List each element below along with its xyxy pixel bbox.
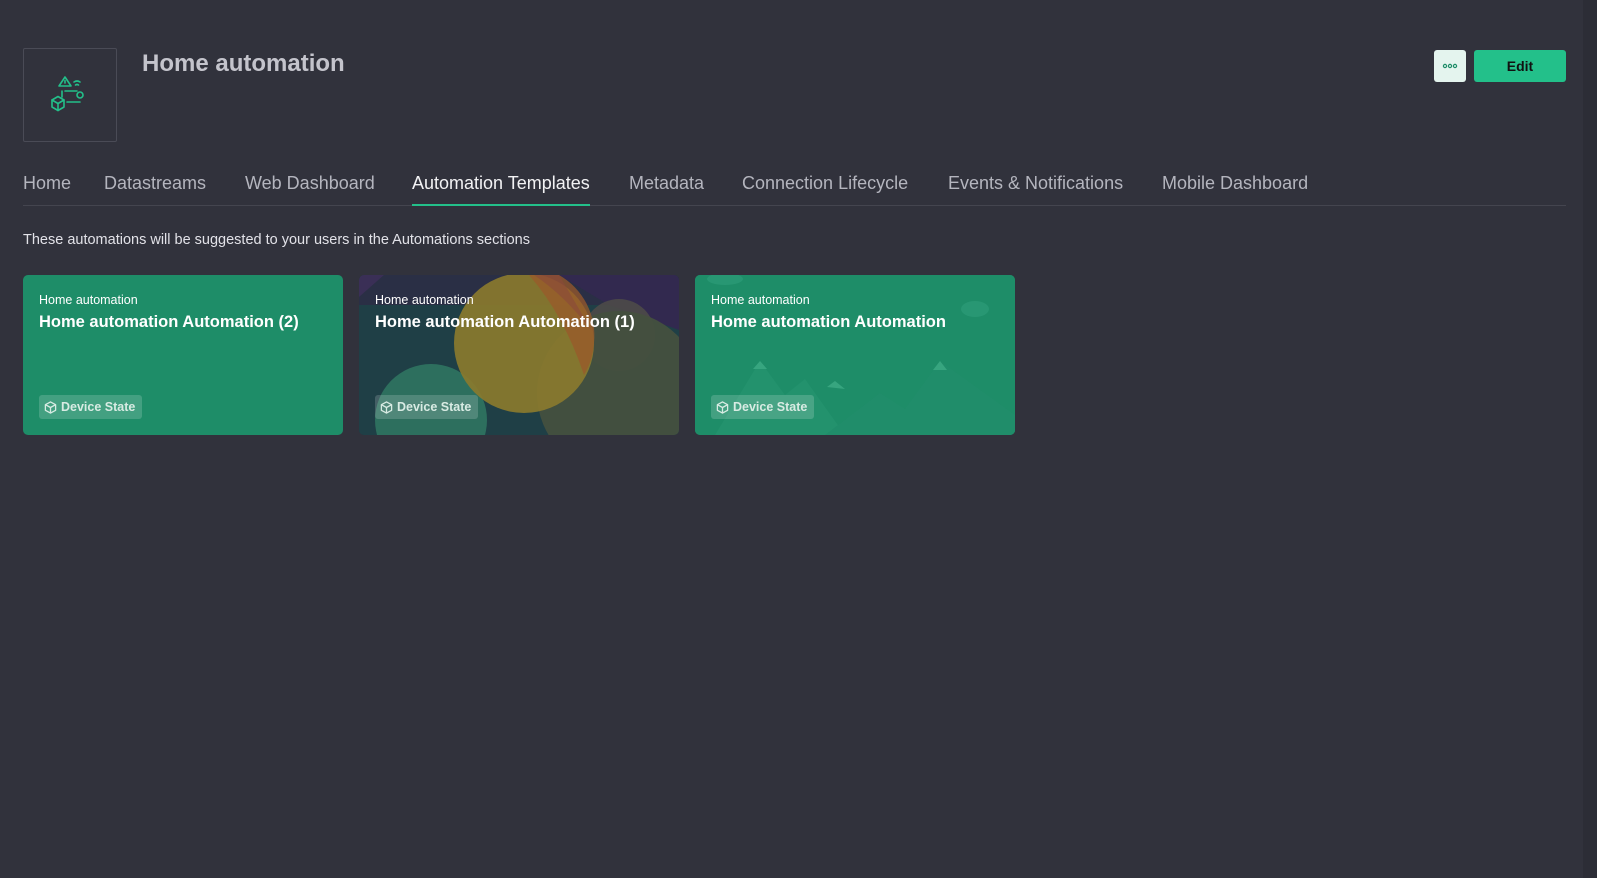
tab-events-notifications[interactable]: Events & Notifications	[948, 172, 1123, 194]
cube-icon	[44, 400, 57, 414]
device-state-tag: Device State	[39, 395, 143, 419]
home-automation-icon	[51, 76, 84, 112]
tab-automation-templates[interactable]: Automation Templates	[412, 172, 590, 206]
tag-label: Device State	[397, 400, 472, 414]
tab-metadata[interactable]: Metadata	[629, 172, 704, 194]
tab-home[interactable]: Home	[23, 172, 71, 194]
device-state-tag: Device State	[375, 395, 479, 419]
card-title: Home automation Automation (2)	[39, 313, 299, 331]
automation-template-card[interactable]: Home automation Home automation Automati…	[695, 275, 1015, 435]
card-subtitle: Home automation	[375, 293, 474, 307]
more-options-button[interactable]	[1434, 50, 1466, 82]
automation-template-card[interactable]: Home automation Home automation Automati…	[359, 275, 679, 435]
card-title: Home automation Automation	[711, 313, 946, 331]
product-page: Home automation Edit Home Datastreams We…	[0, 0, 1597, 878]
edit-button[interactable]: Edit	[1474, 50, 1566, 82]
tab-mobile-dashboard[interactable]: Mobile Dashboard	[1162, 172, 1308, 194]
card-subtitle: Home automation	[711, 293, 810, 307]
tab-connection-lifecycle[interactable]: Connection Lifecycle	[742, 172, 908, 194]
cube-icon	[716, 400, 729, 414]
automation-template-card[interactable]: Home automation Home automation Automati…	[23, 275, 343, 435]
tag-label: Device State	[61, 400, 136, 414]
section-description: These automations will be suggested to y…	[23, 232, 530, 248]
tag-label: Device State	[733, 400, 808, 414]
tab-bar: Home Datastreams Web Dashboard Automatio…	[23, 168, 1566, 206]
device-state-tag: Device State	[711, 395, 815, 419]
tab-web-dashboard[interactable]: Web Dashboard	[245, 172, 375, 194]
cube-icon	[380, 400, 393, 414]
tab-datastreams[interactable]: Datastreams	[104, 172, 206, 194]
card-title: Home automation Automation (1)	[375, 313, 635, 331]
product-icon	[23, 48, 117, 142]
ellipsis-icon	[1442, 63, 1458, 69]
page-title: Home automation	[142, 50, 345, 77]
card-subtitle: Home automation	[39, 293, 138, 307]
scrollbar[interactable]	[1583, 0, 1597, 878]
